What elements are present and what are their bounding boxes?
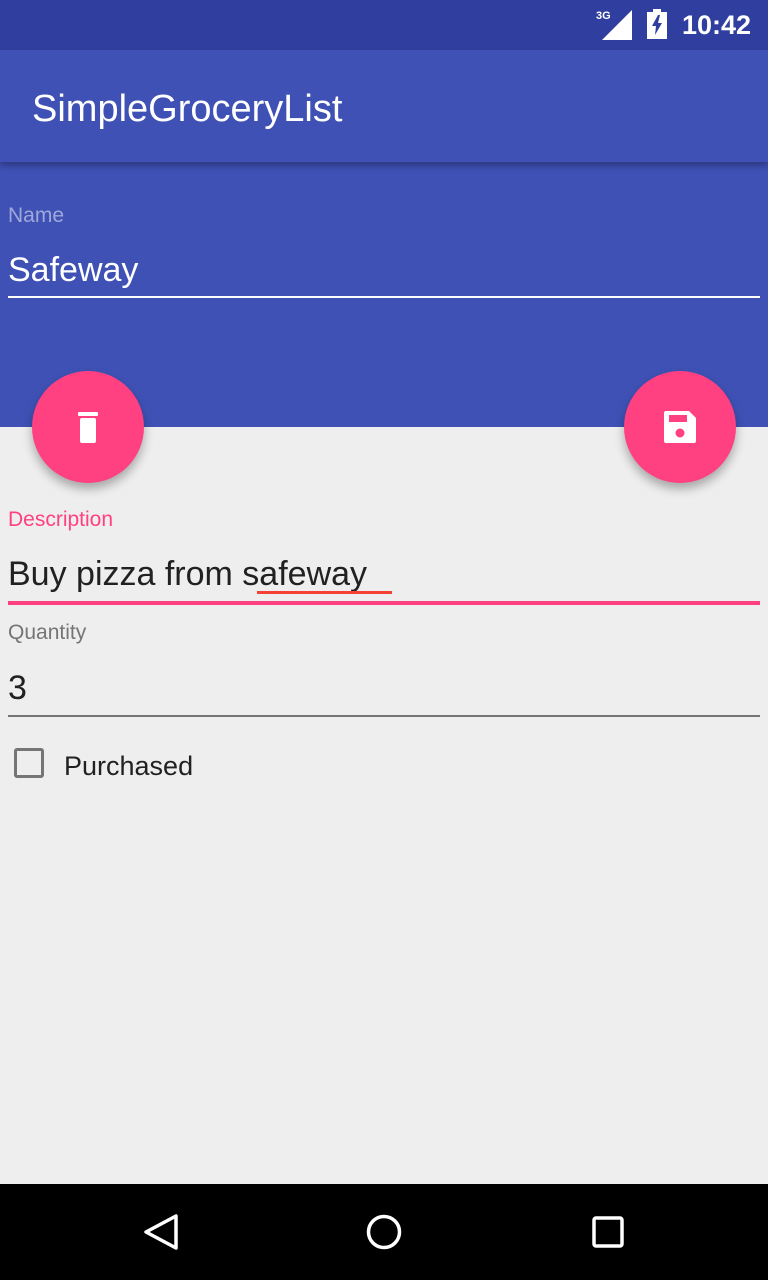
quantity-field-underline [8,715,760,717]
name-label: Name [8,204,65,227]
name-field[interactable]: Safeway [8,250,138,290]
quantity-label: Quantity [8,621,87,644]
description-field[interactable]: Buy pizza from safeway [8,554,367,594]
name-field-underline [8,296,760,298]
quantity-field[interactable]: 3 [8,668,27,708]
floppy-disk-icon [664,411,696,443]
save-button[interactable] [624,371,736,483]
back-icon[interactable] [136,1208,184,1256]
signal-icon [602,10,632,40]
trash-icon [78,412,98,443]
description-field-underline [8,601,760,605]
purchased-label[interactable]: Purchased [64,750,193,782]
navigation-bar [0,1184,768,1280]
recent-apps-icon[interactable] [584,1208,632,1256]
purchased-checkbox[interactable] [14,748,44,778]
status-time: 10:42 [682,10,752,40]
network-indicator: 3G [596,10,632,40]
app-title: SimpleGroceryList [32,88,343,130]
home-icon[interactable] [360,1208,408,1256]
description-label: Description [8,508,114,531]
delete-button[interactable] [32,371,144,483]
purchased-checkbox-row[interactable]: Purchased [14,748,254,784]
status-bar: 3G 10:42 [0,0,768,50]
battery-charging-icon [647,9,667,39]
app-bar: SimpleGroceryList [0,50,768,162]
spellcheck-underline [257,591,392,594]
